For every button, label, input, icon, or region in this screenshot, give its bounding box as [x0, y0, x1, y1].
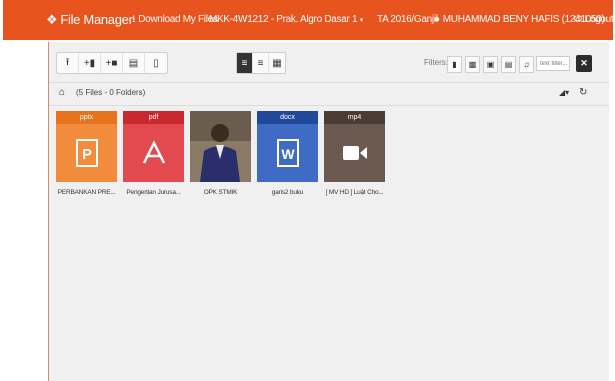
file-name: PERBANKAN PRE... [57, 189, 116, 196]
video-camera-icon [324, 124, 385, 182]
refresh-icon[interactable]: ↻ [579, 87, 587, 98]
file-name: garis2 buku [271, 189, 304, 196]
file-thumbnail: docx W [257, 111, 318, 182]
film-icon: ▤ [504, 60, 513, 69]
svg-text:W: W [281, 146, 295, 162]
word-icon: W [257, 124, 318, 182]
download-icon: ⭳ [132, 14, 136, 25]
thumbnails-icon: ▦ [272, 57, 282, 69]
user-icon: ● [434, 14, 440, 25]
grid-view-icon: ≡ [241, 57, 248, 69]
list-view-icon: ≡ [257, 57, 264, 69]
filters-label: Filters: [424, 58, 448, 67]
clear-filter-button[interactable]: ✕ [576, 55, 592, 72]
add-file-icon: +▮ [83, 57, 96, 69]
file-item[interactable]: pptx P PERBANKAN PRE... [56, 111, 117, 211]
file-name: [ MV HD ] Luật Cho... [325, 189, 384, 196]
music-icon: ♫ [523, 60, 530, 69]
file-item[interactable]: mp4 [ MV HD ] Luật Cho... [324, 111, 385, 211]
file-type-label: pdf [123, 111, 184, 124]
trash-icon: ▯ [153, 57, 159, 69]
view-thumbs-button[interactable]: ▦ [269, 53, 285, 73]
filter-video-button[interactable]: ▤ [501, 56, 516, 73]
file-manager-panel: ⭱ +▮ +■ ▤ ▯ ≡ ≡ ▦ Filters: ▮ ▩ ▣ ▤ ♫ ✕ ⌂… [48, 42, 609, 381]
paste-button[interactable]: ▤ [123, 53, 145, 73]
logout-label: Logout [584, 14, 614, 25]
filter-images-button[interactable]: ▩ [465, 56, 480, 73]
home-icon[interactable]: ⌂ [59, 87, 65, 98]
new-folder-button[interactable]: +■ [101, 53, 123, 73]
powerpoint-icon: P [56, 124, 117, 182]
filter-archives-button[interactable]: ▣ [483, 56, 498, 73]
file-name: OPK STMIK [203, 189, 238, 196]
file-type-label: pptx [56, 111, 117, 124]
action-buttons-group: ⭱ +▮ +■ ▤ ▯ [56, 52, 168, 74]
term-label: TA 2016/Ganjil [377, 14, 438, 25]
archive-icon: ▣ [486, 60, 495, 69]
file-name: Pengertian Jurusa... [126, 189, 181, 196]
term-link[interactable]: TA 2016/Ganjil [377, 0, 438, 40]
clipboard-icon: ▤ [128, 57, 139, 69]
download-files-link[interactable]: ⭳ Download My Files [132, 0, 218, 40]
top-navbar: ❖ File Manager ⭳ Download My Files MKK-4W1… [3, 0, 614, 40]
course-dropdown[interactable]: MKK-4W1212 - Prak. Algro Dasar 1 ▾ [209, 0, 363, 40]
file-thumbnail: mp4 [324, 111, 385, 182]
course-label: MKK-4W1212 - Prak. Algro Dasar 1 [209, 14, 358, 25]
brand-link[interactable]: ❖ File Manager [46, 0, 133, 40]
new-file-button[interactable]: +▮ [79, 53, 101, 73]
add-folder-icon: +■ [105, 57, 118, 69]
file-thumbnail: pdf [123, 111, 184, 182]
breadcrumb: ⌂ (5 Files - 0 Folders) ◢▾ ↻ [49, 82, 609, 106]
filter-search-input[interactable] [536, 56, 570, 71]
upload-icon: ⭱ [65, 56, 70, 68]
caret-down-icon: ▾ [359, 17, 364, 24]
brand-label: File Manager [60, 12, 133, 27]
power-icon: ⏻ [574, 14, 582, 25]
file-type-label: mp4 [324, 111, 385, 124]
file-item[interactable]: docx W garis2 buku [257, 111, 318, 211]
filter-music-button[interactable]: ♫ [519, 56, 534, 73]
logout-link[interactable]: ⏻ Logout [574, 0, 614, 40]
file-item[interactable]: OPK STMIK [190, 111, 251, 211]
delete-button[interactable]: ▯ [145, 53, 167, 73]
toolbar: ⭱ +▮ +■ ▤ ▯ ≡ ≡ ▦ Filters: ▮ ▩ ▣ ▤ ♫ ✕ [49, 48, 609, 76]
file-icon: ▮ [452, 60, 457, 69]
photo-thumbnail [190, 111, 251, 182]
view-list-button[interactable]: ≡ [253, 53, 269, 73]
image-icon: ▩ [468, 60, 477, 69]
view-grid-button[interactable]: ≡ [237, 53, 253, 73]
cubes-icon: ❖ [46, 12, 58, 27]
sort-icon: ◢▾ [559, 88, 570, 97]
download-label: Download My Files [138, 14, 218, 25]
files-summary: (5 Files - 0 Folders) [76, 88, 146, 97]
file-thumbnail: pptx P [56, 111, 117, 182]
view-buttons-group: ≡ ≡ ▦ [236, 52, 286, 74]
pdf-icon [123, 124, 184, 182]
svg-text:P: P [81, 146, 91, 163]
file-type-label: docx [257, 111, 318, 124]
upload-button[interactable]: ⭱ [57, 53, 79, 73]
close-icon: ✕ [580, 58, 588, 68]
file-item[interactable]: pdf Pengertian Jurusa... [123, 111, 184, 211]
filter-files-button[interactable]: ▮ [447, 56, 462, 73]
sort-dropdown[interactable]: ◢▾ [559, 88, 569, 97]
